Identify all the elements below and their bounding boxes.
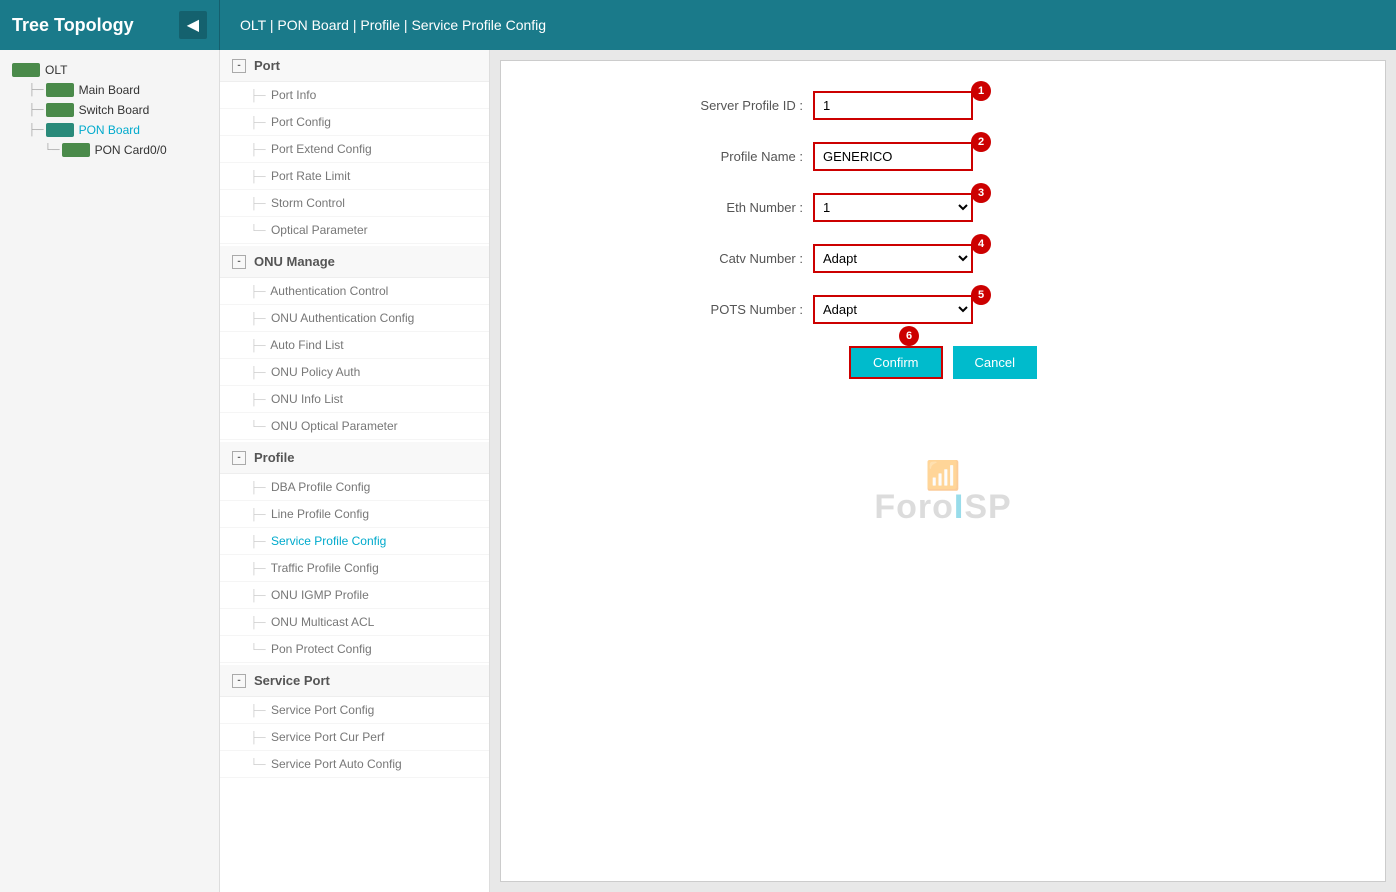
select-eth-number[interactable]: 1 2 4 8 [813,193,973,222]
label-server-profile-id: Server Profile ID : [643,98,803,113]
menu-item-port-extend[interactable]: ├─ Port Extend Config [220,136,489,163]
watermark: 📶 ForoISP [643,459,1243,527]
menu-section-profile-header[interactable]: - Profile [220,442,489,474]
label-catv-number: Catv Number : [643,251,803,266]
button-row: Confirm6 Cancel [643,346,1243,379]
step-badge-4: 4 [971,234,991,254]
tree-node-mainboard[interactable]: ├─ Main Board [24,80,219,100]
menu-section-profile: - Profile ├─ DBA Profile Config ├─ Line … [220,442,489,663]
label-eth-number: Eth Number : [643,200,803,215]
collapse-serviceport-icon: - [232,674,246,688]
watermark-text: ForoISP [874,488,1011,527]
tree-node-poncard[interactable]: └─ PON Card0/0 [40,140,219,160]
tree: OLT ├─ Main Board ├─ Switch Board ├─ PON… [0,60,219,160]
menu-item-sp-auto-config[interactable]: └─ Service Port Auto Config [220,751,489,778]
menu-item-storm-control[interactable]: ├─ Storm Control [220,190,489,217]
menu-item-auth-control[interactable]: ├─ Authentication Control [220,278,489,305]
label-profile-name: Profile Name : [643,149,803,164]
poncard-icon [62,143,90,157]
confirm-button[interactable]: Confirm [849,346,943,379]
cancel-button[interactable]: Cancel [953,346,1037,379]
menu-item-auto-find[interactable]: ├─ Auto Find List [220,332,489,359]
menu-section-serviceport: - Service Port ├─ Service Port Config ├─… [220,665,489,778]
tree-connector-3: ├─ [28,124,44,136]
menu-section-onu-header[interactable]: - ONU Manage [220,246,489,278]
menu-section-profile-title: Profile [254,450,294,465]
breadcrumb: OLT | PON Board | Profile | Service Prof… [220,0,566,50]
menu-item-dba[interactable]: ├─ DBA Profile Config [220,474,489,501]
poncard-label: PON Card0/0 [95,143,167,157]
menu-item-port-rate[interactable]: ├─ Port Rate Limit [220,163,489,190]
menu-item-sp-config[interactable]: ├─ Service Port Config [220,697,489,724]
main-content: Server Profile ID : 1 Profile Name : 2 E… [490,50,1396,892]
menu-item-port-info[interactable]: ├─ Port Info [220,82,489,109]
mainboard-icon [46,83,74,97]
app-title: Tree Topology [12,15,134,36]
menu-panel: - Port ├─ Port Info ├─ Port Config ├─ Po… [220,50,490,892]
menu-item-traffic-profile[interactable]: ├─ Traffic Profile Config [220,555,489,582]
menu-item-sp-cur-perf[interactable]: ├─ Service Port Cur Perf [220,724,489,751]
switchboard-label: Switch Board [79,103,150,117]
form-row-server-profile-id: Server Profile ID : 1 [643,91,1243,120]
watermark-wifi-icon: 📶 ForoISP [874,459,1011,527]
tree-node-olt[interactable]: OLT [8,60,219,80]
menu-section-port: - Port ├─ Port Info ├─ Port Config ├─ Po… [220,50,489,244]
tree-node-ponboard[interactable]: ├─ PON Board [24,120,219,140]
menu-section-serviceport-title: Service Port [254,673,330,688]
form-container: Server Profile ID : 1 Profile Name : 2 E… [643,91,1243,527]
form-row-eth-number: Eth Number : 1 2 4 8 3 [643,193,1243,222]
tree-connector-2: ├─ [28,104,44,116]
form-row-pots-number: POTS Number : Adapt 0 1 2 5 [643,295,1243,324]
menu-section-serviceport-header[interactable]: - Service Port [220,665,489,697]
menu-item-service-profile[interactable]: ├─ Service Profile Config [220,528,489,555]
menu-section-onu: - ONU Manage ├─ Authentication Control ├… [220,246,489,440]
tree-node-switchboard[interactable]: ├─ Switch Board [24,100,219,120]
menu-item-multicast-acl[interactable]: ├─ ONU Multicast ACL [220,609,489,636]
label-pots-number: POTS Number : [643,302,803,317]
menu-item-onu-optical[interactable]: └─ ONU Optical Parameter [220,413,489,440]
tree-children-pon: └─ PON Card0/0 [24,140,219,160]
menu-item-igmp-profile[interactable]: ├─ ONU IGMP Profile [220,582,489,609]
olt-device-icon [12,63,40,77]
collapse-onu-icon: - [232,255,246,269]
input-server-profile-id[interactable] [813,91,973,120]
header-left: Tree Topology ◀ [0,0,220,50]
collapse-port-icon: - [232,59,246,73]
step-badge-1: 1 [971,81,991,101]
step-badge-5: 5 [971,285,991,305]
content-panel: Server Profile ID : 1 Profile Name : 2 E… [500,60,1386,882]
select-catv-number[interactable]: Adapt 0 1 [813,244,973,273]
menu-item-line-profile[interactable]: ├─ Line Profile Config [220,501,489,528]
mainboard-label: Main Board [79,83,140,97]
step-badge-6: 6 [899,326,919,346]
step-badge-3: 3 [971,183,991,203]
menu-item-pon-protect[interactable]: └─ Pon Protect Config [220,636,489,663]
menu-item-onu-policy[interactable]: ├─ ONU Policy Auth [220,359,489,386]
layout: OLT ├─ Main Board ├─ Switch Board ├─ PON… [0,50,1396,892]
collapse-profile-icon: - [232,451,246,465]
menu-section-onu-title: ONU Manage [254,254,335,269]
sidebar-toggle[interactable]: ◀ [179,11,207,39]
menu-item-onu-info[interactable]: ├─ ONU Info List [220,386,489,413]
select-pots-number[interactable]: Adapt 0 1 2 [813,295,973,324]
menu-item-optical-param[interactable]: └─ Optical Parameter [220,217,489,244]
switchboard-icon [46,103,74,117]
menu-section-port-header[interactable]: - Port [220,50,489,82]
menu-section-port-title: Port [254,58,280,73]
form-row-catv-number: Catv Number : Adapt 0 1 4 [643,244,1243,273]
sidebar: OLT ├─ Main Board ├─ Switch Board ├─ PON… [0,50,220,892]
tree-connector-4: └─ [44,144,60,156]
step-badge-2: 2 [971,132,991,152]
menu-item-onu-auth-config[interactable]: ├─ ONU Authentication Config [220,305,489,332]
olt-label: OLT [45,63,67,77]
tree-children: ├─ Main Board ├─ Switch Board ├─ PON Boa… [8,80,219,160]
form-row-profile-name: Profile Name : 2 [643,142,1243,171]
input-profile-name[interactable] [813,142,973,171]
ponboard-label: PON Board [79,123,140,137]
ponboard-icon [46,123,74,137]
header: Tree Topology ◀ OLT | PON Board | Profil… [0,0,1396,50]
tree-connector-1: ├─ [28,84,44,96]
menu-item-port-config[interactable]: ├─ Port Config [220,109,489,136]
